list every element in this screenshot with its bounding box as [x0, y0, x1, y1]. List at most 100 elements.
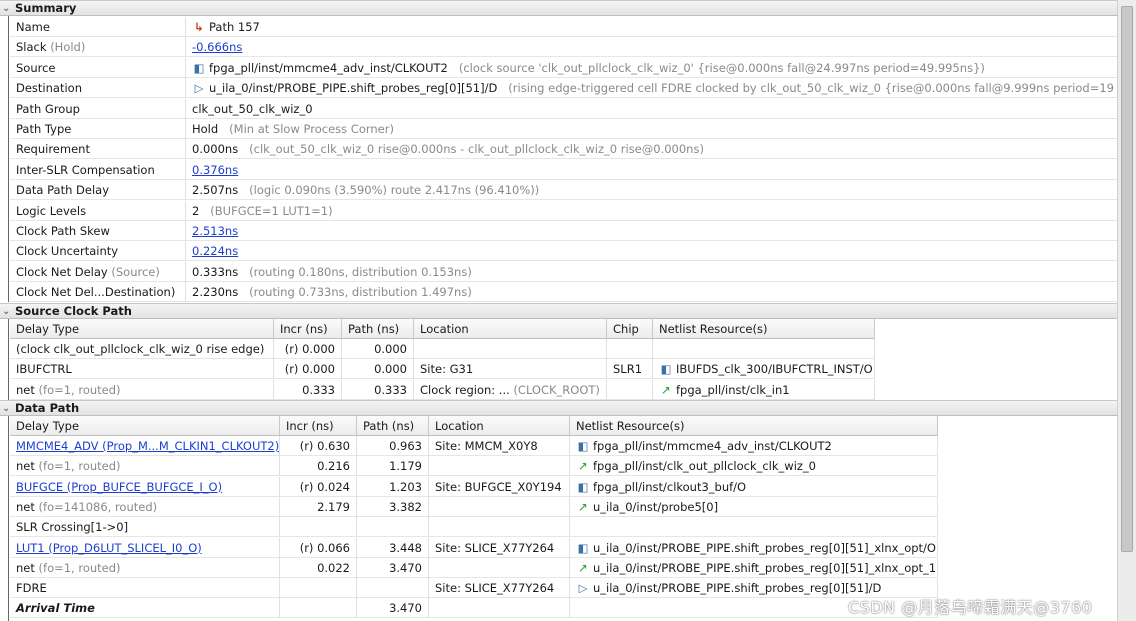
data-path-path-cell: 1.179 — [357, 456, 429, 477]
data-path-column-header[interactable]: Path (ns) — [357, 416, 429, 436]
data-path-header[interactable]: ⌄ Data Path — [0, 400, 1117, 416]
cell-icon: ◧ — [577, 540, 589, 555]
summary-label-cell: Requirement — [10, 139, 186, 160]
source-clock-row[interactable]: IBUFCTRL (r) 0.000 0.000 Site: G31 SLR1 ◧ IBUF… — [10, 359, 875, 380]
data-path-column-header[interactable]: Incr (ns) — [280, 416, 357, 436]
scrollbar-thumb[interactable] — [1121, 6, 1133, 552]
source-clock-column-header[interactable]: Delay Type — [10, 319, 274, 339]
source-clock-row[interactable]: (clock clk_out_pllclock_clk_wiz_0 rise e… — [10, 339, 875, 359]
summary-row: Logic Levels 2 (BUFGCE=1 LUT1=1) — [10, 200, 1117, 221]
data-path-row[interactable]: BUFGCE (Prop_BUFCE_BUFGCE_I_O) (r) 0.024 1… — [10, 476, 938, 497]
source-clock-resource: IBUFDS_clk_300/IBUFCTRL_INST/O — [676, 362, 873, 377]
data-path-type: FDRE — [16, 581, 47, 596]
source-clock-resource-cell: ◧ IBUFDS_clk_300/IBUFCTRL_INST/O — [653, 359, 875, 380]
summary-value-link[interactable]: 0.376ns — [192, 163, 238, 177]
data-path-type-link[interactable]: MMCME4_ADV (Prop_M...M_CLKIN1_CLKOUT2) — [16, 439, 279, 453]
timing-report-panel: ⌄ Summary Name ↳ Path 157 Slack (Hold) -0.666n… — [0, 0, 1117, 621]
summary-header[interactable]: ⌄ Summary — [0, 0, 1117, 16]
summary-value-link[interactable]: -0.666ns — [192, 40, 242, 54]
data-path-location-cell: Site: MMCM_X0Y8 — [429, 436, 570, 456]
source-clock-location-cell — [414, 339, 607, 359]
data-path-type-cell: net (fo=141086, routed) — [10, 496, 280, 517]
data-path-path-cell: 3.448 — [357, 537, 429, 558]
source-clock-column-header-label: Chip — [613, 322, 639, 336]
data-path-row[interactable]: SLR Crossing[1->0] — [10, 517, 938, 538]
data-path-row[interactable]: net (fo=1, routed) 0.022 3.470 ↗ u_ila_0/ins… — [10, 557, 938, 578]
summary-row: Destination ▷ u_ila_0/inst/PROBE_PIPE.shif… — [10, 78, 1117, 99]
data-path-path-cell: 0.963 — [357, 436, 429, 456]
data-path-row[interactable]: FDRE Site: SLICE_X77Y264 ▷ u_ila_0/inst/PRO… — [10, 578, 938, 599]
data-path-row[interactable]: net (fo=141086, routed) 2.179 3.382 ↗ u_ila_… — [10, 496, 938, 517]
summary-value: fpga_pll/inst/mmcme4_adv_inst/CLKOUT2 — [209, 60, 448, 75]
summary-detail: (Min at Slow Process Corner) — [229, 122, 394, 136]
summary-value-link[interactable]: 2.513ns — [192, 224, 238, 238]
data-path-row[interactable]: Arrival Time 3.470 — [10, 598, 938, 619]
source-clock-column-header-label: Netlist Resource(s) — [659, 322, 768, 336]
summary-value-link[interactable]: 0.224ns — [192, 244, 238, 258]
data-path-row[interactable]: LUT1 (Prop_D6LUT_SLICEL_I0_O) (r) 0.066 3.… — [10, 537, 938, 558]
source-clock-row[interactable]: net (fo=1, routed) 0.333 0.333 Clock region… — [10, 379, 875, 400]
data-path-column-header[interactable]: Delay Type — [10, 416, 280, 436]
data-path-type-link[interactable]: LUT1 (Prop_D6LUT_SLICEL_I0_O) — [16, 541, 202, 555]
summary-label-cell: Clock Uncertainty — [10, 241, 186, 262]
section-gutter — [0, 16, 10, 302]
data-path-path-cell: 1.203 — [357, 476, 429, 497]
collapse-chevron-icon[interactable]: ⌄ — [2, 401, 10, 416]
data-path-path-cell: 3.470 — [357, 598, 429, 619]
source-clock-type: net — [16, 382, 35, 397]
data-path-path-cell: 3.382 — [357, 496, 429, 517]
vertical-scrollbar[interactable] — [1117, 0, 1136, 621]
data-path-column-header[interactable]: Location — [429, 416, 570, 436]
summary-row: Slack (Hold) -0.666ns — [10, 37, 1117, 58]
data-path-column-header[interactable]: Netlist Resource(s) — [570, 416, 938, 436]
source-clock-column-header[interactable]: Incr (ns) — [274, 319, 342, 339]
data-path-resource-cell: ◧ fpga_pll/inst/clkout3_buf/O — [570, 476, 938, 497]
summary-detail: (routing 0.180ns, distribution 0.153ns) — [249, 264, 472, 279]
collapse-chevron-icon[interactable]: ⌄ — [2, 304, 10, 319]
data-path-location-cell — [429, 456, 570, 477]
data-path-incr: (r) 0.066 — [299, 540, 350, 555]
summary-label-cell: Slack (Hold) — [10, 37, 186, 58]
summary-value: 0.000ns — [192, 142, 239, 157]
data-path-resource: u_ila_0/inst/PROBE_PIPE.shift_probes_reg… — [593, 560, 937, 575]
data-path-resource-cell: ↗ fpga_pll/inst/clk_out_pllclock_clk_wiz_… — [570, 456, 938, 477]
source-clock-path-header[interactable]: ⌄ Source Clock Path — [0, 303, 1117, 319]
data-path-path-cell — [357, 517, 429, 538]
source-clock-incr: (r) 0.000 — [284, 342, 335, 356]
summary-label: Name — [16, 20, 50, 34]
data-path-path: 0.963 — [389, 439, 422, 453]
data-path-path: 1.203 — [389, 479, 422, 494]
summary-label-cell: Logic Levels — [10, 200, 186, 221]
summary-value: Path 157 — [209, 20, 260, 34]
data-path-type-link[interactable]: BUFGCE (Prop_BUFCE_BUFGCE_I_O) — [16, 480, 222, 494]
data-path-location: Site: SLICE_X77Y264 — [435, 540, 555, 555]
summary-label-suffix: (Source) — [111, 264, 160, 279]
source-clock-path-cell: 0.000 — [342, 339, 414, 359]
source-clock-column-header[interactable]: Netlist Resource(s) — [653, 319, 875, 339]
source-clock-column-header[interactable]: Location — [414, 319, 607, 339]
data-path-resource: fpga_pll/inst/clk_out_pllclock_clk_wiz_0 — [593, 459, 816, 474]
data-path-type-cell: Arrival Time — [10, 598, 280, 619]
collapse-chevron-icon[interactable]: ⌄ — [2, 1, 10, 16]
summary-value: clk_out_50_clk_wiz_0 — [192, 101, 313, 116]
source-clock-incr: 0.333 — [302, 382, 335, 397]
cell-icon: ◧ — [660, 362, 672, 377]
source-clock-type-cell: IBUFCTRL — [10, 359, 274, 380]
source-clock-column-header[interactable]: Chip — [607, 319, 653, 339]
data-path-resource-cell: ◧ u_ila_0/inst/PROBE_PIPE.shift_probes_re… — [570, 537, 938, 558]
section-gutter — [0, 319, 10, 400]
net-icon: ↗ — [578, 560, 588, 575]
data-path-path: 1.179 — [389, 459, 422, 474]
summary-value-cell: -0.666ns — [186, 37, 1117, 58]
summary-value-cell: 0.376ns — [186, 160, 1117, 180]
data-path-incr-cell: (r) 0.066 — [280, 537, 357, 558]
source-clock-type-cell: (clock clk_out_pllclock_clk_wiz_0 rise e… — [10, 339, 274, 359]
summary-detail: (BUFGCE=1 LUT1=1) — [210, 203, 333, 218]
data-path-row[interactable]: MMCME4_ADV (Prop_M...M_CLKIN1_CLKOUT2) (r… — [10, 436, 938, 456]
source-clock-column-header[interactable]: Path (ns) — [342, 319, 414, 339]
data-path-path: 3.448 — [389, 540, 422, 555]
data-path-resource-cell: ◧ fpga_pll/inst/mmcme4_adv_inst/CLKOUT2 — [570, 436, 938, 456]
source-clock-location-cell: Clock region: ... (CLOCK_ROOT) — [414, 379, 607, 400]
data-path-row[interactable]: net (fo=1, routed) 0.216 1.179 ↗ fpga_pll/in… — [10, 456, 938, 477]
summary-value-cell: ▷ u_ila_0/inst/PROBE_PIPE.shift_probes_re… — [186, 78, 1117, 99]
